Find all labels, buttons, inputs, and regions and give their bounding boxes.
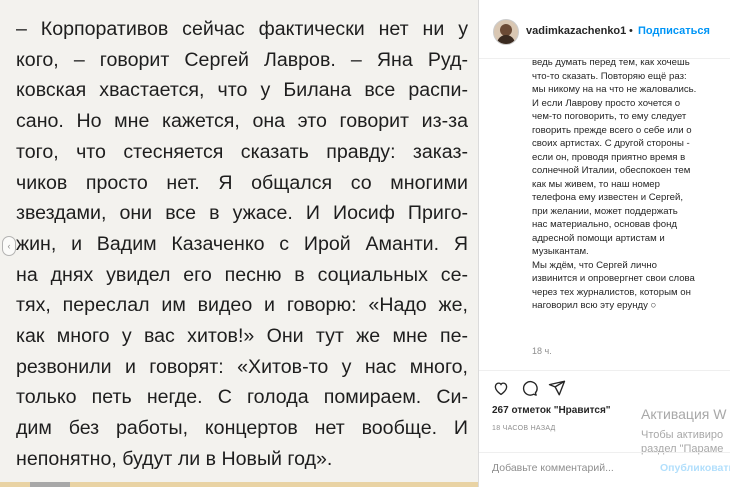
image-bottom-strip	[0, 482, 478, 487]
post-timestamp: 18 ЧАСОВ НАЗАД	[492, 425, 556, 432]
comment-icon[interactable]	[520, 379, 538, 397]
windows-activation-line: Чтобы активиро	[641, 429, 724, 441]
add-comment-input[interactable]: Добавьте комментарий...	[492, 462, 614, 474]
avatar[interactable]	[493, 19, 519, 45]
article-line: ковская хвастается, что у Билана все рас…	[16, 79, 468, 102]
separator-dot: •	[629, 25, 633, 37]
article-line: сано. Но мне кажется, она это говорит из…	[16, 110, 468, 133]
chevron-left-icon: ‹	[7, 241, 11, 251]
article-line: жин, и Вадим Казаченко с Ирой Аманти. Я	[16, 232, 468, 255]
article-line: дим без работы, концертов нет вообще. И	[16, 417, 468, 440]
likes-count[interactable]: 267 отметок "Нравится"	[492, 405, 611, 416]
article-line: как много у вас хитов!» Они тут же мне п…	[16, 325, 468, 348]
add-comment-bar: Добавьте комментарий... Опубликовать	[479, 452, 730, 488]
comment-text: ведь думать перед тем, как хочешь что-то…	[532, 57, 697, 311]
post-sidebar: vadimkazachenko1 • Подписаться ведь дума…	[478, 0, 730, 487]
publish-button[interactable]: Опубликовать	[660, 462, 730, 474]
follow-button[interactable]: Подписаться	[638, 25, 710, 37]
article-line: на днях увидел его песню в социальных се…	[16, 263, 468, 286]
comment-timestamp[interactable]: 18 ч.	[532, 346, 552, 356]
post-image: – Корпоративов сейчас фактически нет ни …	[0, 0, 478, 487]
carousel-prev-button[interactable]: ‹	[2, 236, 16, 256]
article-line: кого, – говорит Сергей Лавров. – Яна Руд…	[16, 48, 468, 71]
article-line: того, что стесняется сказать правду: зак…	[16, 140, 468, 163]
article-line: – Корпоративов сейчас фактически нет ни …	[16, 18, 468, 40]
article-line: чиков просто нет. Я общался со многими	[16, 171, 468, 194]
post-actions: 267 отметок "Нравится" 18 ЧАСОВ НАЗАД Ак…	[479, 370, 730, 461]
image-bottom-segment	[30, 482, 70, 487]
post-header: vadimkazachenko1 • Подписаться	[479, 0, 730, 59]
article-line: звездами, они все в ужасе. И Иосиф Приго…	[16, 202, 468, 225]
article-line: непонятно, будут ли в Новый год».	[16, 447, 333, 470]
windows-activation-title: Активация W	[641, 406, 727, 422]
article-line: только петь негде. С голода помираем. Си…	[16, 386, 468, 409]
username-link[interactable]: vadimkazachenko1	[526, 25, 626, 37]
share-icon[interactable]	[548, 379, 566, 397]
article-line: тях, переслал им видео и говорю: «Надо ж…	[16, 294, 468, 317]
article-text: – Корпоративов сейчас фактически нет ни …	[16, 14, 468, 475]
article-line: резвонили и говорят: «Хитов-то у нас мно…	[16, 355, 468, 378]
heart-icon[interactable]	[492, 379, 510, 397]
